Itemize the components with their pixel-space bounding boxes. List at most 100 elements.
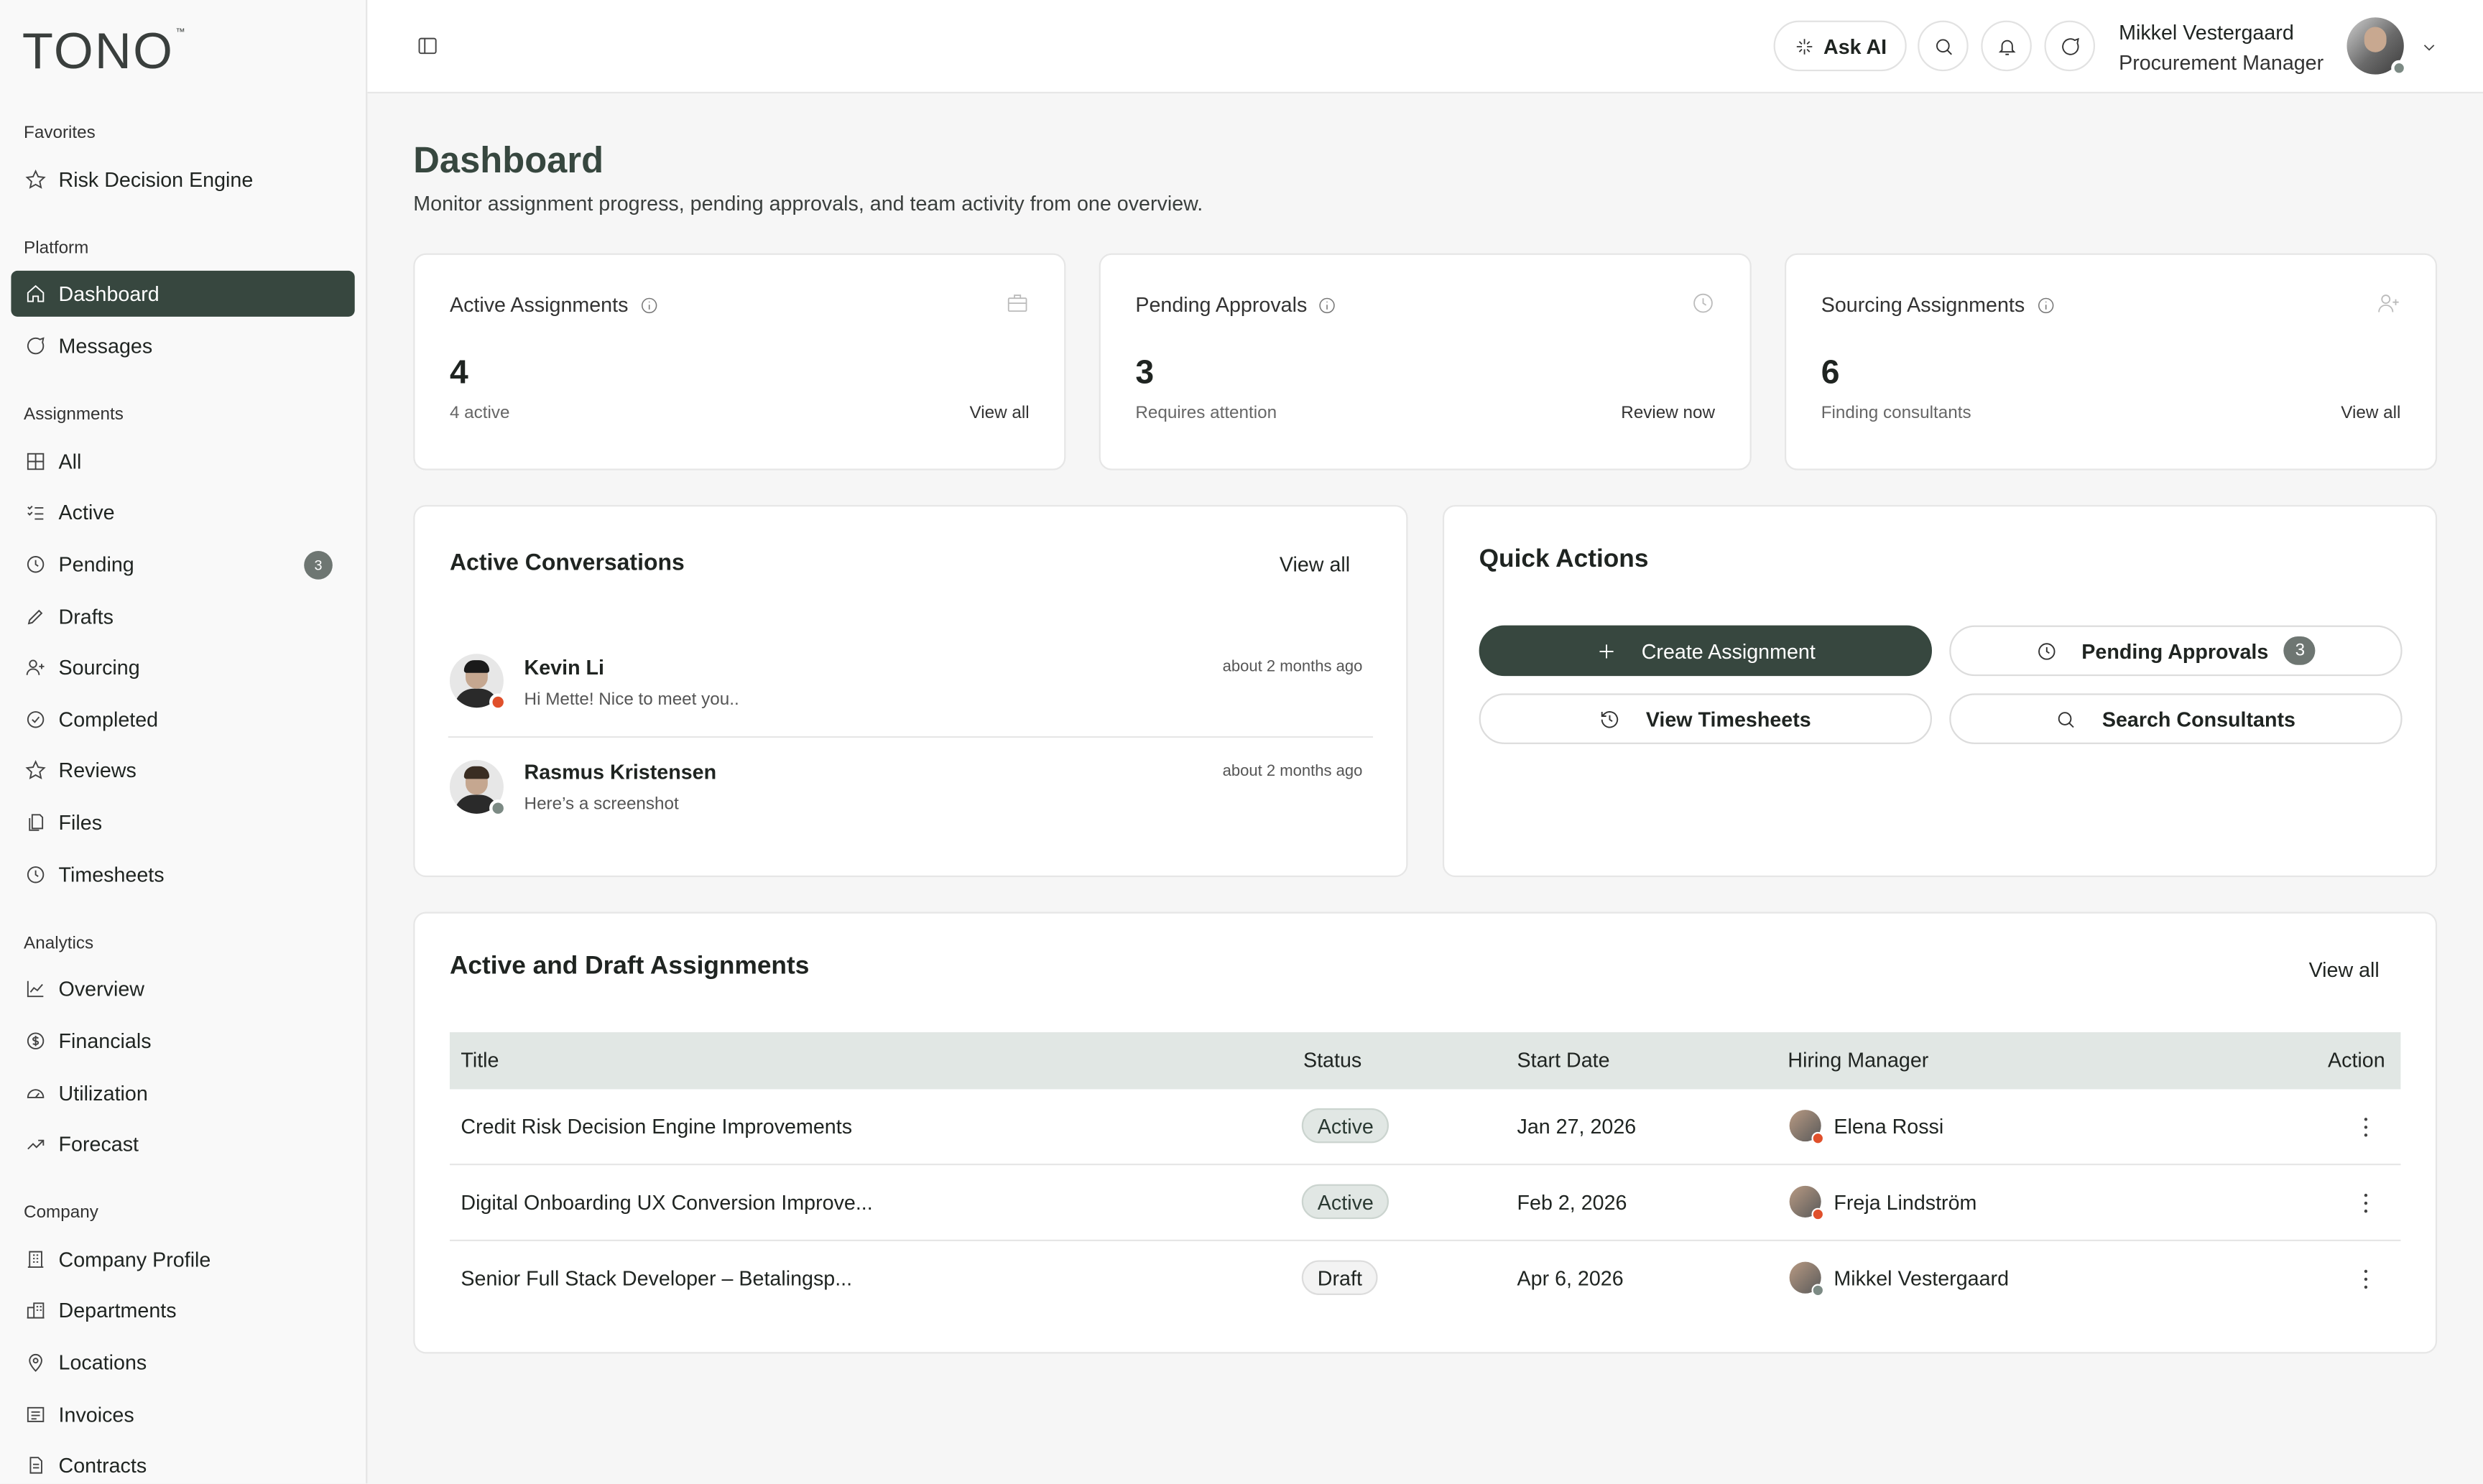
view-all-link[interactable]: View all xyxy=(970,404,1030,422)
assignments-view-all-link[interactable]: View all xyxy=(2309,957,2380,981)
sidebar-item-label: All xyxy=(58,449,82,474)
stat-card-sourcing-assignments: Sourcing Assignments 6 Finding consultan… xyxy=(1785,253,2438,470)
create-assignment-button[interactable]: Create Assignment xyxy=(1479,625,1933,677)
sidebar-item-reviews[interactable]: Reviews xyxy=(11,747,354,793)
sidebar-item-departments[interactable]: Departments xyxy=(11,1287,354,1333)
row-divider xyxy=(449,1164,2401,1166)
stat-title: Sourcing Assignments xyxy=(1821,293,2055,317)
pin-icon xyxy=(24,1351,46,1373)
chat-button[interactable] xyxy=(2044,20,2096,72)
clock-icon xyxy=(2037,642,2055,659)
stat-caption: 4 active xyxy=(449,404,510,423)
sidebar-item-drafts[interactable]: Drafts xyxy=(11,594,354,640)
sidebar-item-label: Contracts xyxy=(58,1453,147,1478)
sidebar-item-label: Messages xyxy=(58,334,153,358)
chat-icon xyxy=(2061,37,2079,55)
sidebar-item-label: Utilization xyxy=(58,1081,148,1105)
logo[interactable]: TONO ™ xyxy=(22,22,185,81)
history-icon xyxy=(1601,710,1619,728)
sidebar-item-timesheets[interactable]: Timesheets xyxy=(11,852,354,898)
column-header-start-date[interactable]: Start Date xyxy=(1517,1048,1610,1072)
conversation-name[interactable]: Rasmus Kristensen xyxy=(524,760,717,784)
sidebar-item-forecast[interactable]: Forecast xyxy=(11,1121,354,1167)
column-header-title[interactable]: Title xyxy=(461,1048,499,1072)
sidebar-item-contracts[interactable]: Contracts xyxy=(11,1442,354,1484)
sidebar-item-label: Invoices xyxy=(58,1402,134,1427)
stat-caption: Requires attention xyxy=(1135,404,1277,423)
stat-caption: Finding consultants xyxy=(1821,404,1971,423)
stat-title-label: Active Assignments xyxy=(449,292,629,317)
sidebar-item-invoices[interactable]: Invoices xyxy=(11,1391,354,1437)
column-header-hiring-manager[interactable]: Hiring Manager xyxy=(1788,1048,1928,1072)
sidebar-toggle-icon[interactable] xyxy=(417,34,439,57)
ask-ai-button[interactable]: Ask AI xyxy=(1773,20,1907,72)
stat-title-label: Sourcing Assignments xyxy=(1821,292,2025,317)
sidebar-item-label: Reviews xyxy=(58,758,137,782)
pending-approvals-button[interactable]: Pending Approvals 3 xyxy=(1949,625,2403,677)
search-icon xyxy=(1935,38,1951,55)
conversations-view-all-link[interactable]: View all xyxy=(1280,552,1350,576)
sidebar-item-utilization[interactable]: Utilization xyxy=(11,1070,354,1116)
clock-icon xyxy=(1691,292,1715,315)
home-icon xyxy=(24,282,46,305)
view-all-link[interactable]: View all xyxy=(2341,404,2400,422)
stat-title: Active Assignments xyxy=(450,293,658,317)
chevron-down-icon[interactable] xyxy=(2420,37,2438,55)
trend-up-icon xyxy=(24,1133,46,1155)
assignment-title[interactable]: Credit Risk Decision Engine Improvements xyxy=(461,1115,852,1138)
more-vertical-icon[interactable] xyxy=(2363,1118,2369,1140)
sidebar-item-financials[interactable]: Financials xyxy=(11,1018,354,1064)
sidebar-item-label: Active xyxy=(58,500,115,524)
star-icon xyxy=(24,169,46,191)
section-label-assignments: Assignments xyxy=(24,405,124,425)
review-now-link[interactable]: Review now xyxy=(1621,404,1715,422)
column-header-status[interactable]: Status xyxy=(1303,1048,1361,1072)
search-consultants-label: Search Consultants xyxy=(2101,707,2295,731)
status-dot xyxy=(1811,1131,1825,1145)
pencil-icon xyxy=(24,606,46,628)
sidebar-item-locations[interactable]: Locations xyxy=(11,1340,354,1386)
sidebar-item-label: Locations xyxy=(58,1350,147,1375)
more-vertical-icon[interactable] xyxy=(2363,1269,2369,1292)
info-icon[interactable] xyxy=(1318,295,1337,314)
user-plus-icon xyxy=(2377,292,2400,315)
status-badge: Active xyxy=(1301,1184,1390,1220)
conversation-name[interactable]: Kevin Li xyxy=(524,655,604,679)
more-vertical-icon[interactable] xyxy=(2363,1193,2369,1216)
hiring-manager: Elena Rossi xyxy=(1834,1114,1944,1138)
star-icon xyxy=(24,759,46,782)
sidebar-item-risk-decision-engine[interactable]: Risk Decision Engine xyxy=(11,157,354,203)
assignment-title[interactable]: Digital Onboarding UX Conversion Improve… xyxy=(461,1190,872,1214)
sidebar-item-sourcing[interactable]: Sourcing xyxy=(11,644,354,690)
section-label-platform: Platform xyxy=(24,238,89,259)
sidebar-item-company-profile[interactable]: Company Profile xyxy=(11,1236,354,1282)
building-icon xyxy=(24,1248,46,1271)
sidebar-item-dashboard[interactable]: Dashboard xyxy=(11,270,355,317)
column-header-action: Action xyxy=(2328,1048,2385,1072)
sidebar-item-label: Risk Decision Engine xyxy=(58,167,254,192)
document-icon xyxy=(24,1454,46,1476)
search-button[interactable] xyxy=(1918,20,1969,72)
sidebar-item-pending[interactable]: Pending 3 xyxy=(11,542,354,588)
sidebar-item-completed[interactable]: Completed xyxy=(11,697,354,743)
sidebar-item-files[interactable]: Files xyxy=(11,799,354,845)
notifications-button[interactable] xyxy=(1981,20,2032,72)
top-bar: Ask AI Mikkel Vestergaard Procurement Ma… xyxy=(367,0,2483,94)
sidebar-item-all[interactable]: All xyxy=(11,439,354,485)
sidebar-item-messages[interactable]: Messages xyxy=(11,323,354,369)
start-date: Apr 6, 2026 xyxy=(1517,1266,1624,1291)
view-timesheets-button[interactable]: View Timesheets xyxy=(1479,693,1933,744)
info-icon[interactable] xyxy=(639,295,658,314)
page-title: Dashboard xyxy=(413,139,604,181)
user-status-dot xyxy=(2391,60,2408,76)
sidebar-item-label: Drafts xyxy=(58,604,114,629)
sidebar-item-overview[interactable]: Overview xyxy=(11,966,354,1012)
assignment-title[interactable]: Senior Full Stack Developer – Betalingsp… xyxy=(461,1266,852,1290)
info-icon[interactable] xyxy=(2036,295,2055,314)
search-consultants-button[interactable]: Search Consultants xyxy=(1949,693,2403,744)
sidebar-item-active[interactable]: Active xyxy=(11,489,354,535)
sidebar-item-label: Dashboard xyxy=(58,282,159,306)
sidebar-item-label: Forecast xyxy=(58,1131,139,1156)
view-timesheets-label: View Timesheets xyxy=(1645,707,1811,731)
clock-icon xyxy=(24,553,46,575)
